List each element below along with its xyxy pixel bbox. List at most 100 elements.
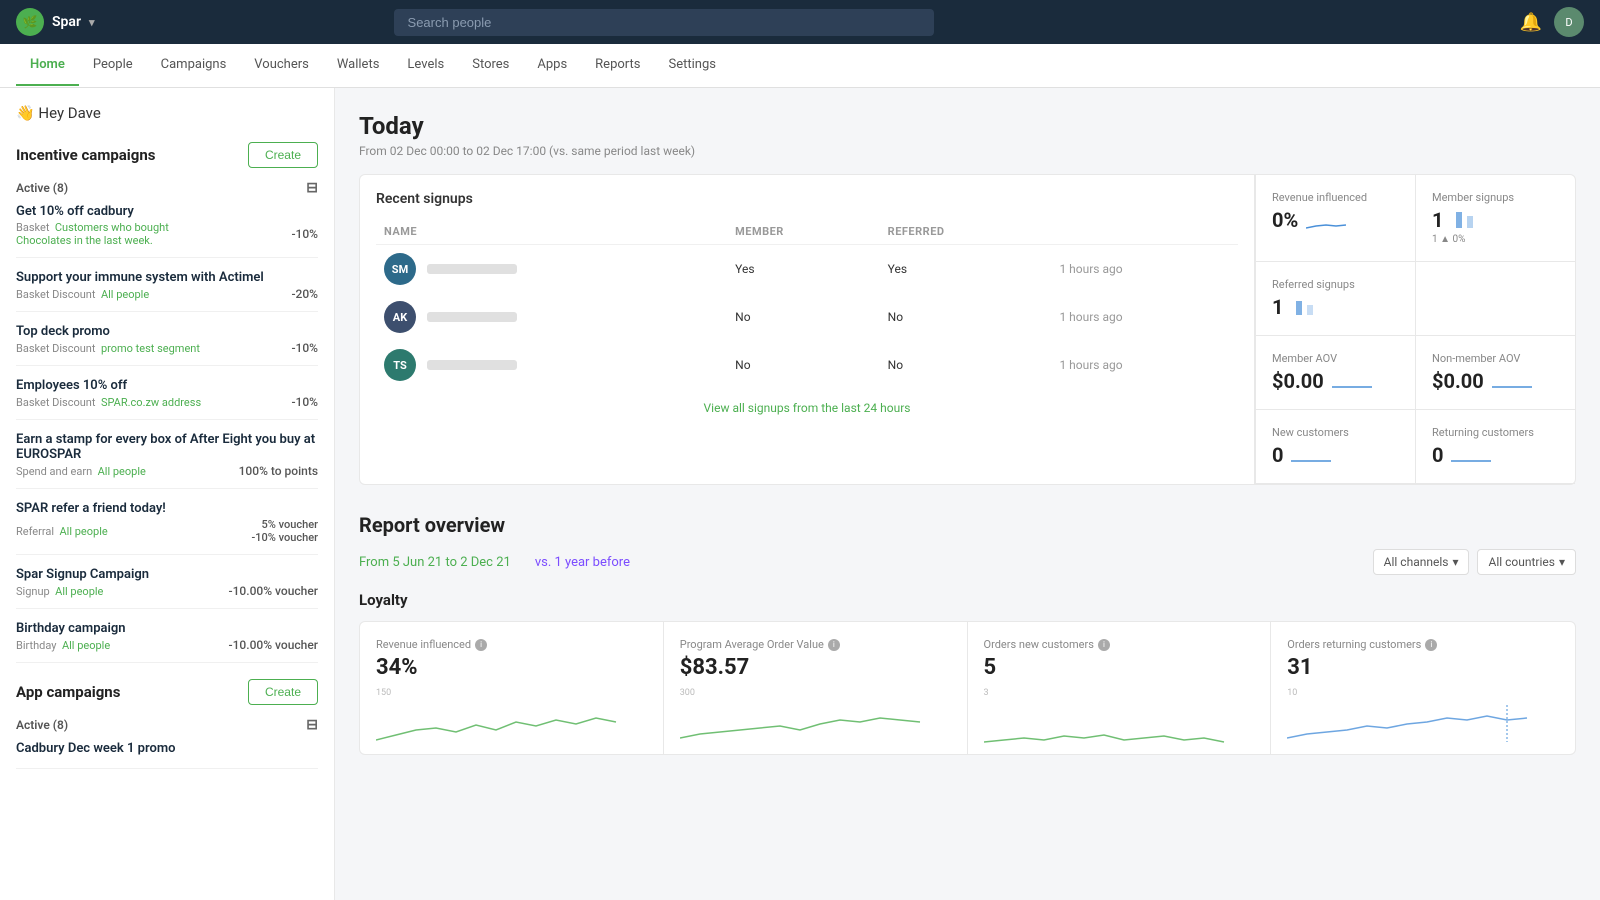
name-blurred	[427, 264, 517, 274]
all-channels-dropdown[interactable]: All channels ▾	[1373, 549, 1470, 575]
info-icon[interactable]: i	[1425, 639, 1437, 651]
new-orders-chart-area: 3	[984, 688, 1255, 738]
active-campaigns-label: Active (8) ⊟	[16, 180, 318, 196]
logo-icon: 🌿	[16, 8, 44, 36]
report-overview-title: Report overview	[359, 513, 1576, 537]
list-item: Earn a stamp for every box of After Eigh…	[16, 432, 318, 489]
list-item: Get 10% off cadbury Basket Customers who…	[16, 204, 318, 258]
tab-wallets[interactable]: Wallets	[323, 45, 394, 86]
stat-new-customers: New customers 0	[1255, 410, 1415, 484]
stat-member-signups: Member signups 1 1 ▲ 0%	[1415, 175, 1575, 262]
report-overview-section: Report overview From 5 Jun 21 to 2 Dec 2…	[359, 513, 1576, 755]
nav-right: 🔔 D	[1520, 7, 1584, 37]
list-item: Birthday campaign Birthday All people -1…	[16, 621, 318, 663]
today-subtitle: From 02 Dec 00:00 to 02 Dec 17:00 (vs. s…	[359, 144, 1576, 158]
view-all-signups-link[interactable]: View all signups from the last 24 hours	[376, 389, 1238, 427]
revenue-chart	[376, 700, 647, 745]
logo-area[interactable]: 🌿 Spar ▾	[16, 8, 95, 36]
create-incentive-button[interactable]: Create	[248, 142, 318, 168]
col-time	[1051, 219, 1238, 245]
loyalty-title: Loyalty	[359, 591, 1576, 609]
app-collapse-icon[interactable]: ⊟	[306, 717, 318, 733]
loyalty-card-new-orders: Orders new customers i 5 3	[968, 622, 1272, 754]
tab-vouchers[interactable]: Vouchers	[240, 45, 323, 86]
loyalty-card-aov: Program Average Order Value i $83.57 300	[664, 622, 968, 754]
greeting: 👋 Hey Dave	[16, 104, 318, 122]
create-app-button[interactable]: Create	[248, 679, 318, 705]
tab-levels[interactable]: Levels	[393, 45, 458, 86]
info-icon[interactable]: i	[475, 639, 487, 651]
info-icon[interactable]: i	[1098, 639, 1110, 651]
non-member-aov-chart	[1492, 371, 1532, 391]
stat-returning-customers: Returning customers 0	[1415, 410, 1575, 484]
list-item: Support your immune system with Actimel …	[16, 270, 318, 312]
sidebar: 👋 Hey Dave Incentive campaigns Create Ac…	[0, 88, 335, 900]
stats-grid: Revenue influenced 0% Member signups 1	[1255, 175, 1575, 484]
app-campaigns-header: App campaigns Create	[16, 679, 318, 705]
col-member: MEMBER	[727, 219, 880, 245]
loyalty-cards: Revenue influenced i 34% 150	[359, 621, 1576, 755]
tab-apps[interactable]: Apps	[523, 45, 581, 86]
stat-revenue-influenced: Revenue influenced 0%	[1255, 175, 1415, 262]
loyalty-card-returning-orders: Orders returning customers i 31 10	[1271, 622, 1575, 754]
stat-member-aov: Member AOV $0.00	[1255, 336, 1415, 410]
today-title: Today	[359, 112, 1576, 140]
all-countries-dropdown[interactable]: All countries ▾	[1477, 549, 1576, 575]
new-customers-chart	[1291, 445, 1331, 465]
returning-customers-chart	[1451, 445, 1491, 465]
tab-people[interactable]: People	[79, 45, 147, 86]
list-item: Employees 10% off Basket Discount SPAR.c…	[16, 378, 318, 420]
revenue-chart-area: 150	[376, 688, 647, 738]
incentive-campaigns-header: Incentive campaigns Create	[16, 142, 318, 168]
tab-campaigns[interactable]: Campaigns	[147, 45, 241, 86]
collapse-icon[interactable]: ⊟	[306, 180, 318, 196]
col-referred: REFERRED	[880, 219, 1052, 245]
notification-bell-icon[interactable]: 🔔	[1520, 12, 1542, 33]
sparkline-chart	[1306, 210, 1346, 230]
date-range-filter[interactable]: From 5 Jun 21 to 2 Dec 21	[359, 555, 511, 570]
countries-chevron: ▾	[1559, 555, 1565, 569]
signups-panel: Recent signups NAME MEMBER REFERRED	[360, 175, 1255, 484]
referred-signups-chart	[1291, 295, 1321, 319]
name-blurred	[427, 312, 517, 322]
avatar: AK	[384, 301, 416, 333]
report-filters: From 5 Jun 21 to 2 Dec 21 vs. 1 year bef…	[359, 549, 1576, 575]
search-input[interactable]	[394, 9, 934, 36]
signups-table: NAME MEMBER REFERRED SM	[376, 219, 1238, 389]
list-item: Top deck promo Basket Discount promo tes…	[16, 324, 318, 366]
returning-orders-chart	[1287, 700, 1559, 745]
col-name: NAME	[376, 219, 727, 245]
today-card: Recent signups NAME MEMBER REFERRED	[359, 174, 1576, 485]
vs-period-filter[interactable]: vs. 1 year before	[535, 555, 630, 570]
new-orders-chart	[984, 700, 1255, 745]
today-section: Today From 02 Dec 00:00 to 02 Dec 17:00 …	[359, 112, 1576, 485]
returning-orders-chart-area: 10	[1287, 688, 1559, 738]
brand-name: Spar	[52, 14, 81, 30]
stat-non-member-aov: Non-member AOV $0.00	[1415, 336, 1575, 410]
main-content: Today From 02 Dec 00:00 to 02 Dec 17:00 …	[335, 88, 1600, 900]
tab-stores[interactable]: Stores	[458, 45, 523, 86]
member-aov-chart	[1332, 371, 1372, 391]
stat-referred-signups: Referred signups 1	[1255, 262, 1415, 336]
main-navigation: Home People Campaigns Vouchers Wallets L…	[0, 44, 1600, 88]
channels-chevron: ▾	[1452, 555, 1458, 569]
search-bar[interactable]	[394, 9, 934, 36]
avatar: SM	[384, 253, 416, 285]
tab-reports[interactable]: Reports	[581, 45, 654, 86]
list-item: Cadbury Dec week 1 promo	[16, 741, 318, 769]
avatar: TS	[384, 349, 416, 381]
info-icon[interactable]: i	[828, 639, 840, 651]
list-item: SPAR refer a friend today! Referral All …	[16, 501, 318, 555]
member-signups-chart	[1451, 208, 1481, 232]
incentive-campaigns-title: Incentive campaigns	[16, 146, 155, 164]
name-blurred	[427, 360, 517, 370]
app-campaigns-title: App campaigns	[16, 683, 120, 701]
table-row: AK No No 1 hours ago	[376, 293, 1238, 341]
loyalty-card-revenue: Revenue influenced i 34% 150	[360, 622, 664, 754]
table-row: SM Yes Yes 1 hours ago	[376, 245, 1238, 294]
tab-settings[interactable]: Settings	[654, 45, 729, 86]
stat-empty	[1415, 262, 1575, 336]
user-avatar[interactable]: D	[1554, 7, 1584, 37]
tab-home[interactable]: Home	[16, 45, 79, 86]
signups-title: Recent signups	[376, 191, 1238, 207]
